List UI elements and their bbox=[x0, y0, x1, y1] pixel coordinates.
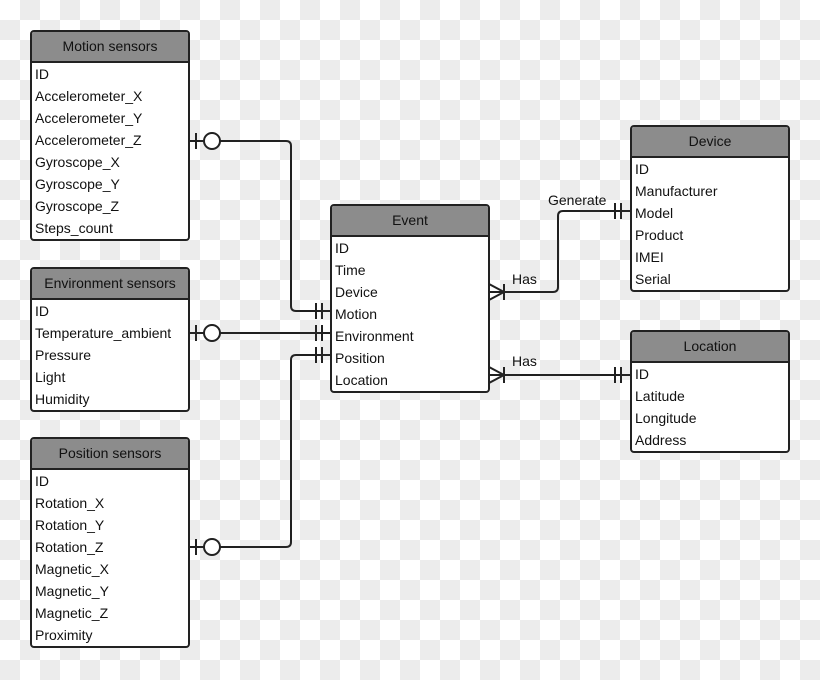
entity-header: Motion sensors bbox=[32, 32, 188, 63]
has-location-label: Has bbox=[512, 353, 537, 369]
entity-field: Rotation_X bbox=[35, 495, 105, 511]
entity-field: Model bbox=[635, 205, 674, 221]
entity-field: Humidity bbox=[35, 391, 90, 407]
entity-field: Manufacturer bbox=[635, 183, 718, 199]
entity-field: Gyroscope_Y bbox=[35, 176, 120, 192]
entity-field: Accelerometer_Y bbox=[35, 110, 143, 126]
entity-field: Serial bbox=[635, 271, 671, 287]
entity-environment-sensors: Environment sensors ID Temperature_ambient… bbox=[30, 267, 190, 412]
entity-field: Magnetic_Z bbox=[35, 605, 109, 621]
entity-field: Rotation_Z bbox=[35, 539, 104, 555]
entity-field: Device bbox=[335, 284, 378, 300]
entity-field: Magnetic_Y bbox=[35, 583, 109, 599]
entity-field: Latitude bbox=[635, 388, 685, 404]
entity-header: Location bbox=[632, 332, 788, 363]
event-device-connector bbox=[488, 203, 631, 301]
entity-field: Product bbox=[635, 227, 684, 243]
entity-field: Accelerometer_X bbox=[35, 88, 143, 104]
entity-event: Event ID Time Device Motion Environment Positi… bbox=[330, 204, 490, 393]
entity-field: ID bbox=[35, 66, 49, 82]
entity-header: Position sensors bbox=[32, 439, 188, 470]
entity-field: Position bbox=[335, 350, 385, 366]
entity-field: Accelerometer_Z bbox=[35, 132, 142, 148]
entity-field: Environment bbox=[335, 328, 414, 344]
motion-event-connector bbox=[188, 132, 331, 319]
entity-motion-sensors: Motion sensors ID Accelerometer_X Accelerom… bbox=[30, 30, 190, 241]
event-location-connector bbox=[488, 366, 631, 384]
generate-label: Generate bbox=[548, 192, 607, 208]
entity-field: Pressure bbox=[35, 347, 92, 363]
position-event-connector bbox=[189, 347, 331, 556]
entity-header: Device bbox=[632, 127, 788, 158]
entity-field: Location bbox=[335, 372, 388, 388]
environment-event-connector bbox=[189, 324, 331, 342]
entity-location: Location ID Latitude Longitude Address bbox=[630, 330, 790, 453]
entity-field: ID bbox=[635, 161, 649, 177]
entity-field: Proximity bbox=[35, 627, 93, 643]
entity-field: ID bbox=[635, 366, 649, 382]
entity-field: Steps_count bbox=[35, 220, 113, 236]
entity-header: Environment sensors bbox=[32, 269, 188, 300]
entity-field: Light bbox=[35, 369, 66, 385]
entity-position-sensors: Position sensors ID Rotation_X Rotation_Y Ro… bbox=[30, 437, 190, 648]
entity-field: Gyroscope_X bbox=[35, 154, 120, 170]
entity-device: Device ID Manufacturer Model Product IMEI Seri… bbox=[630, 125, 790, 292]
entity-field: ID bbox=[35, 303, 49, 319]
entity-header: Event bbox=[332, 206, 488, 237]
entity-field: Time bbox=[335, 262, 366, 278]
entity-field: Address bbox=[635, 432, 687, 448]
entity-field: Temperature_ambient bbox=[35, 325, 172, 341]
entity-field: Rotation_Y bbox=[35, 517, 105, 533]
entity-field: Gyroscope_Z bbox=[35, 198, 120, 214]
entity-field: ID bbox=[335, 240, 349, 256]
entity-field: Longitude bbox=[635, 410, 697, 426]
entity-field: Motion bbox=[335, 306, 378, 322]
entity-field: IMEI bbox=[635, 249, 664, 265]
has-device-label: Has bbox=[512, 271, 537, 287]
entity-field: ID bbox=[35, 473, 49, 489]
entity-field: Magnetic_X bbox=[35, 561, 109, 577]
